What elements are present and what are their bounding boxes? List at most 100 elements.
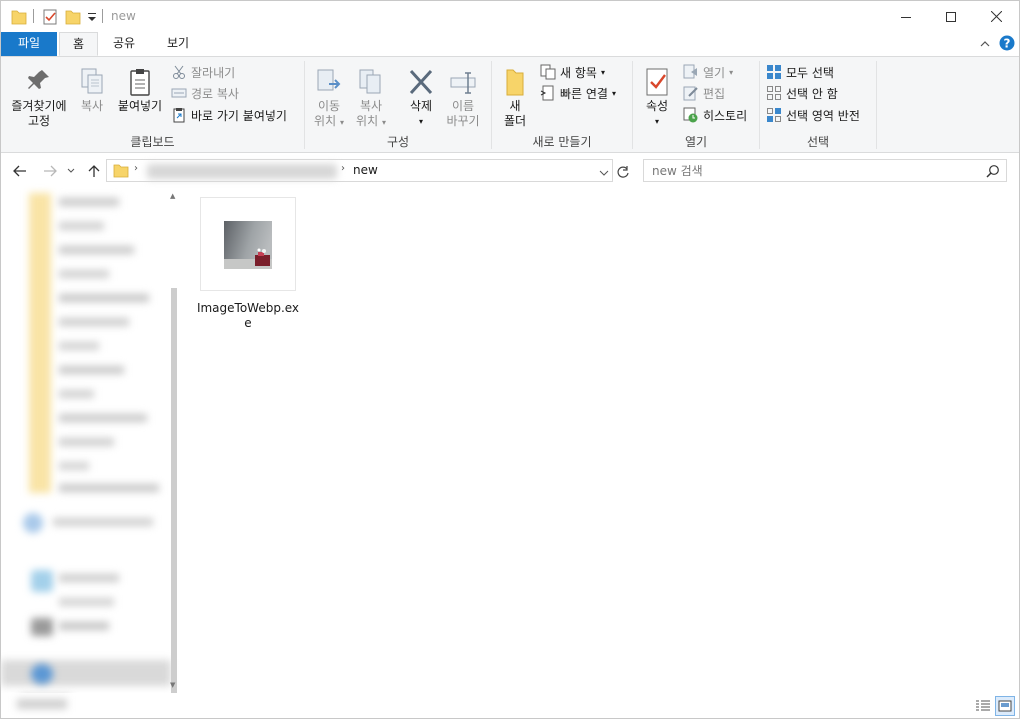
title-separator xyxy=(33,9,34,23)
large-icons-view-icon xyxy=(998,700,1012,712)
status-bar xyxy=(1,693,1019,718)
nav-item-obscured xyxy=(59,246,134,254)
address-bar[interactable]: › › new xyxy=(106,159,613,182)
history-icon xyxy=(683,107,699,123)
tab-home[interactable]: 홈 xyxy=(59,32,98,56)
properties-button[interactable]: 속성 ▾ xyxy=(638,67,676,129)
breadcrumb-separator-icon: › xyxy=(341,163,345,174)
nav-item-obscured xyxy=(53,518,153,526)
properties-label: 속성 xyxy=(645,99,669,113)
move-to-button[interactable]: 이동 위치 ▾ xyxy=(310,67,348,130)
nav-item-obscured xyxy=(59,222,104,230)
new-folder-button[interactable]: 새 폴더 xyxy=(497,67,533,129)
customize-quick-access-icon[interactable] xyxy=(87,10,97,28)
rename-label-line1: 이름 xyxy=(451,99,475,113)
ribbon: 즐겨찾기에 고정 복사 붙여넣기 잘라내기 경로 복사 바로 가기 붙여넣기 클… xyxy=(1,56,1019,153)
history-button[interactable]: 히스토리 xyxy=(683,105,747,125)
edit-icon xyxy=(683,85,699,101)
navigation-pane[interactable]: ▲ ▼ xyxy=(1,188,178,718)
nav-item-obscured xyxy=(59,484,159,492)
delete-x-icon xyxy=(400,67,442,99)
easy-access-button[interactable]: 빠른 연결 ▾ xyxy=(540,83,616,103)
cut-label: 잘라내기 xyxy=(191,65,236,80)
select-none-icon xyxy=(766,85,782,101)
collapse-ribbon-icon[interactable] xyxy=(979,38,991,52)
open-icon xyxy=(683,64,699,80)
new-folder-label-line2: 폴더 xyxy=(503,114,527,128)
new-item-dropdown-icon: ▾ xyxy=(600,67,605,77)
file-item[interactable]: ImageToWebp.exe xyxy=(197,197,299,330)
copy-path-button[interactable]: 경로 복사 xyxy=(171,83,239,103)
nav-scrollbar[interactable] xyxy=(171,288,177,698)
details-view-button[interactable] xyxy=(973,696,993,716)
details-view-icon xyxy=(976,700,990,711)
breadcrumb-current[interactable]: new xyxy=(353,163,378,177)
nav-selected-item-obscured xyxy=(1,660,171,686)
group-separator xyxy=(876,61,877,149)
copy-to-button[interactable]: 복사 위치 ▾ xyxy=(352,67,390,130)
cut-button[interactable]: 잘라내기 xyxy=(171,62,235,82)
copy-label: 복사 xyxy=(80,99,104,113)
tab-view[interactable]: 보기 xyxy=(156,32,200,56)
open-group-label: 열기 xyxy=(684,135,708,149)
edit-label: 편집 xyxy=(703,86,726,101)
copy-to-icon xyxy=(352,67,390,99)
file-thumbnail-frame xyxy=(200,197,296,291)
open-dropdown-icon: ▾ xyxy=(729,67,734,77)
large-icons-view-button[interactable] xyxy=(995,696,1015,716)
rename-button[interactable]: 이름 바꾸기 xyxy=(443,67,483,129)
delete-dropdown-icon: ▾ xyxy=(418,117,423,126)
scissors-icon xyxy=(171,64,187,80)
delete-button[interactable]: 삭제 ▾ xyxy=(400,67,442,129)
file-name: ImageToWebp.exe xyxy=(196,301,300,330)
scroll-up-icon[interactable]: ▲ xyxy=(170,192,175,200)
open-button[interactable]: 열기 ▾ xyxy=(683,62,733,82)
move-to-icon xyxy=(310,67,348,99)
rename-label-line2: 바꾸기 xyxy=(446,114,480,128)
invert-selection-button[interactable]: 선택 영역 반전 xyxy=(766,105,860,125)
refresh-button[interactable] xyxy=(614,163,632,181)
select-none-button[interactable]: 선택 안 함 xyxy=(766,83,838,103)
search-icon[interactable] xyxy=(986,164,1000,181)
new-folder-quick-access-icon[interactable] xyxy=(65,8,81,26)
maximize-button[interactable] xyxy=(928,1,974,32)
nav-drive-icon-obscured xyxy=(31,618,53,636)
help-icon[interactable]: ? xyxy=(999,35,1015,54)
minimize-button[interactable] xyxy=(883,1,929,32)
file-list[interactable]: ImageToWebp.exe xyxy=(179,188,1019,693)
select-all-button[interactable]: 모두 선택 xyxy=(766,62,834,82)
select-none-label: 선택 안 함 xyxy=(786,86,838,101)
folder-icon xyxy=(113,163,129,182)
easy-access-icon xyxy=(540,85,556,101)
close-button[interactable] xyxy=(973,1,1019,32)
paste-button[interactable]: 붙여넣기 xyxy=(113,67,167,114)
new-item-button[interactable]: 새 항목 ▾ xyxy=(540,62,605,82)
tab-file[interactable]: 파일 xyxy=(1,32,57,56)
nav-item-obscured xyxy=(59,390,94,398)
forward-button[interactable] xyxy=(41,162,59,180)
new-folder-icon xyxy=(497,67,533,99)
history-label: 히스토리 xyxy=(703,108,748,123)
up-button[interactable] xyxy=(85,162,103,180)
nav-cloud-icon-obscured xyxy=(23,513,43,533)
nav-item-obscured xyxy=(59,438,114,446)
back-button[interactable] xyxy=(11,162,29,180)
tab-share[interactable]: 공유 xyxy=(103,32,145,56)
scroll-down-icon[interactable]: ▼ xyxy=(170,681,175,689)
nav-item-obscured xyxy=(59,598,114,606)
breadcrumb-path-obscured xyxy=(147,164,337,179)
nav-item-obscured xyxy=(59,366,124,374)
title-separator xyxy=(102,9,103,23)
properties-quick-access-icon[interactable] xyxy=(42,8,58,26)
paste-shortcut-label: 바로 가기 붙여넣기 xyxy=(191,108,287,123)
edit-button[interactable]: 편집 xyxy=(683,83,725,103)
copy-button[interactable]: 복사 xyxy=(75,67,109,114)
nav-item-obscured xyxy=(59,622,109,630)
item-count-obscured xyxy=(17,699,67,709)
open-label: 열기 xyxy=(703,65,726,80)
address-history-dropdown-icon[interactable] xyxy=(599,166,609,180)
pin-to-quick-access-button[interactable]: 즐겨찾기에 고정 xyxy=(7,67,71,129)
recent-locations-button[interactable] xyxy=(65,162,77,180)
paste-shortcut-button[interactable]: 바로 가기 붙여넣기 xyxy=(171,105,287,125)
search-input[interactable] xyxy=(652,163,972,178)
